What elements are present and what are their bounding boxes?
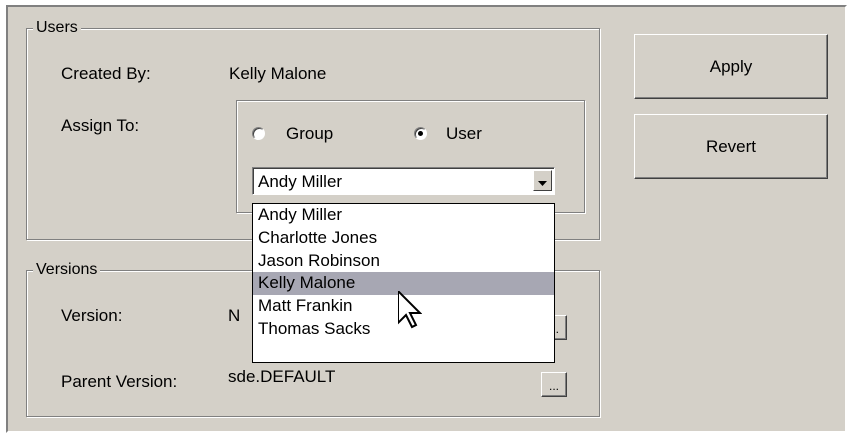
versions-legend: Versions	[33, 261, 101, 279]
parent-version-label: Parent Version:	[61, 372, 178, 391]
group-radio-label[interactable]: Group	[286, 124, 333, 144]
assign-user-combobox[interactable]: Andy Miller	[252, 167, 555, 195]
mouse-pointer-icon	[397, 288, 423, 334]
version-label: Version:	[61, 306, 123, 325]
user-radio[interactable]	[414, 127, 427, 140]
created-by-label: Created By:	[61, 64, 151, 83]
version-value: N	[228, 306, 241, 325]
group-radio[interactable]	[252, 127, 265, 140]
combobox-value: Andy Miller	[258, 172, 343, 191]
apply-button[interactable]: Apply	[634, 34, 828, 99]
dropdown-item-jason-robinson[interactable]: Jason Robinson	[253, 250, 554, 273]
assign-to-frame	[236, 100, 585, 213]
chevron-down-icon	[538, 171, 547, 191]
dropdown-arrow-button[interactable]	[533, 170, 552, 191]
dropdown-item-andy-miller[interactable]: Andy Miller	[253, 204, 554, 227]
revert-button[interactable]: Revert	[634, 114, 828, 179]
created-by-value: Kelly Malone	[229, 64, 327, 83]
users-legend: Users	[33, 19, 81, 37]
assign-to-label: Assign To:	[61, 116, 140, 135]
parent-version-browse-button[interactable]: ...	[541, 372, 567, 397]
parent-version-value: sde.DEFAULT	[228, 367, 336, 386]
user-dropdown-list[interactable]: Andy Miller Charlotte Jones Jason Robins…	[252, 203, 555, 363]
user-radio-label[interactable]: User	[446, 124, 482, 144]
dropdown-item-charlotte-jones[interactable]: Charlotte Jones	[253, 227, 554, 250]
radio-selected-dot	[418, 131, 423, 136]
